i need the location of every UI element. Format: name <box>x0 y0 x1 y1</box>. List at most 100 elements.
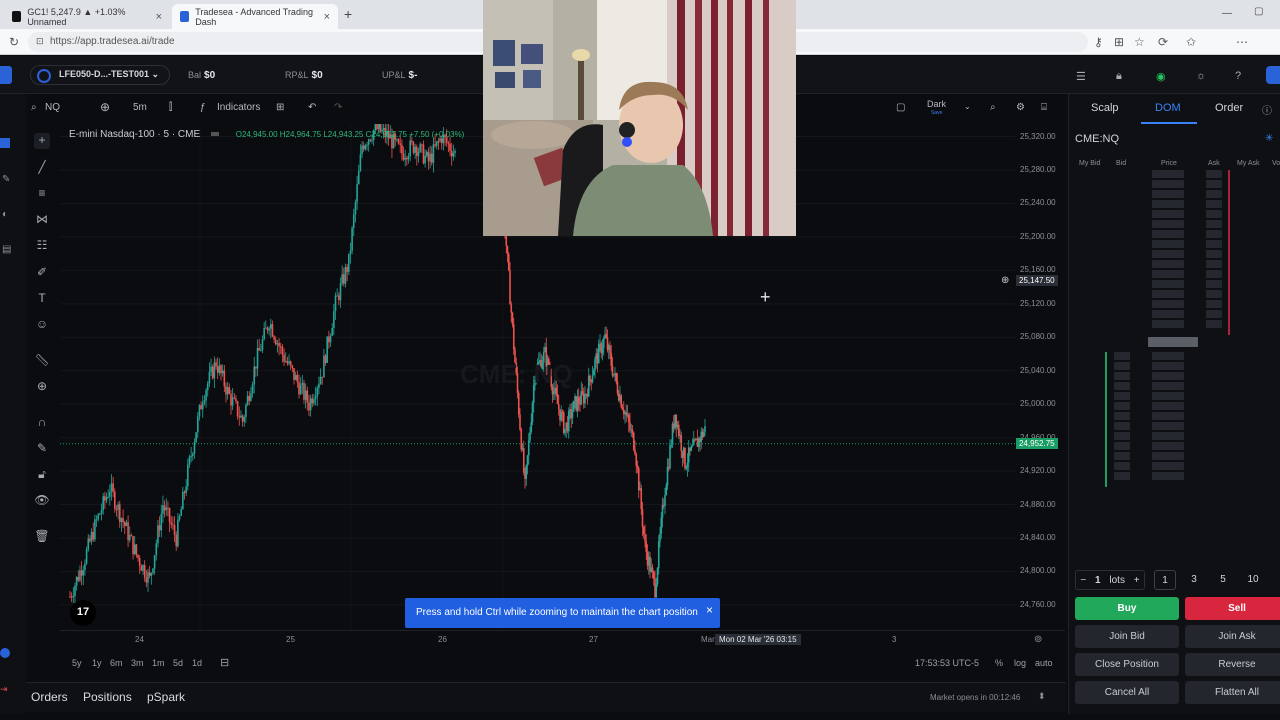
theme-selector[interactable]: Dark <box>927 99 946 109</box>
dom-bid-cell[interactable] <box>1114 352 1130 360</box>
dom-price-cell[interactable] <box>1152 190 1184 198</box>
browser-tab-tradingview[interactable]: GC1! 5,247.9 ▲ +1.03% Unnamed × <box>4 4 170 29</box>
trash-icon[interactable]: 🗑︎ <box>34 529 50 545</box>
dom-ask-cell[interactable] <box>1206 270 1222 278</box>
dom-ask-cell[interactable] <box>1206 170 1222 178</box>
redo-icon[interactable]: ↷ <box>334 102 342 113</box>
dom-ask-cell[interactable] <box>1206 180 1222 188</box>
decrement-icon[interactable]: − <box>1080 575 1086 586</box>
add-alert-icon[interactable]: ⊕ <box>1001 275 1013 287</box>
favorite-star-icon[interactable]: ☆ <box>1134 35 1145 49</box>
ruler-tool-icon[interactable]: 📏︎ <box>34 353 50 369</box>
favorites-icon[interactable]: ✩ <box>1186 35 1196 49</box>
dom-ask-cell[interactable] <box>1206 310 1222 318</box>
dom-ask-cell[interactable] <box>1206 210 1222 218</box>
dom-price-cell[interactable] <box>1152 180 1184 188</box>
increment-icon[interactable]: + <box>1134 575 1140 586</box>
dom-price-cell[interactable] <box>1152 220 1184 228</box>
dom-price-cell[interactable] <box>1152 392 1184 400</box>
dom-price-cell[interactable] <box>1152 270 1184 278</box>
period-5d[interactable]: 5d <box>173 658 183 668</box>
trendline-tool-icon[interactable]: ╱ <box>34 160 50 176</box>
candle-type-icon[interactable]: ⫿ <box>169 102 172 113</box>
dom-ask-cell[interactable] <box>1206 280 1222 288</box>
maximize-icon[interactable]: ▢ <box>1254 6 1263 17</box>
close-tab-icon[interactable]: × <box>324 11 330 23</box>
dom-ask-cell[interactable] <box>1206 230 1222 238</box>
close-tab-icon[interactable]: × <box>156 11 162 23</box>
interval-selector[interactable]: 5m <box>133 102 147 113</box>
notification-icon[interactable] <box>0 648 10 658</box>
buy-button[interactable]: Buy <box>1075 597 1179 620</box>
sell-button[interactable]: Sell <box>1185 597 1280 620</box>
dom-ask-cell[interactable] <box>1206 190 1222 198</box>
symbol-search-icon[interactable]: ⌕ <box>31 102 37 113</box>
add-symbol-icon[interactable]: ⊕ <box>100 100 110 114</box>
dom-ask-cell[interactable] <box>1206 200 1222 208</box>
axis-settings-icon[interactable]: ⊚ <box>1034 634 1042 645</box>
emoji-tool-icon[interactable]: ☺ <box>34 317 50 333</box>
horizontal-lines-tool-icon[interactable]: ≡ <box>34 186 50 202</box>
dom-price-cell[interactable] <box>1152 442 1184 450</box>
dom-last-price-cell[interactable] <box>1148 337 1198 347</box>
dom-price-cell[interactable] <box>1152 362 1184 370</box>
dom-price-cell[interactable] <box>1152 200 1184 208</box>
dom-price-cell[interactable] <box>1152 320 1184 328</box>
join-ask-button[interactable]: Join Ask <box>1185 625 1280 648</box>
theme-chevron-icon[interactable]: ⌄ <box>964 102 971 111</box>
dom-price-cell[interactable] <box>1152 300 1184 308</box>
fullscreen-frame-icon[interactable]: ▢ <box>896 102 905 113</box>
help-icon[interactable]: ? <box>1235 70 1241 82</box>
dom-price-cell[interactable] <box>1152 422 1184 430</box>
dom-bid-cell[interactable] <box>1114 432 1130 440</box>
brush-tool-icon[interactable]: ✐ <box>34 265 50 281</box>
dom-price-cell[interactable] <box>1152 432 1184 440</box>
draw-lock-tool-icon[interactable]: ✎ <box>34 441 50 457</box>
user-avatar[interactable] <box>1266 66 1280 84</box>
text-tool-icon[interactable]: T <box>34 291 50 307</box>
info-icon[interactable]: ⓘ <box>1262 102 1272 117</box>
layouts-icon[interactable]: ⊞ <box>276 102 284 113</box>
more-menu-icon[interactable]: ⋯ <box>1236 35 1248 49</box>
magnet-tool-icon[interactable]: ∩ <box>34 415 50 431</box>
account-selector[interactable]: LFE050-D...-TEST001 ⌄ <box>30 65 171 85</box>
dom-bid-cell[interactable] <box>1114 362 1130 370</box>
sliders-icon[interactable]: ☰ <box>1076 70 1086 83</box>
dom-price-cell[interactable] <box>1152 382 1184 390</box>
close-position-button[interactable]: Close Position <box>1075 653 1179 676</box>
grid-nav-icon[interactable] <box>0 138 10 148</box>
period-5y[interactable]: 5y <box>72 658 82 668</box>
reload-icon[interactable]: ↻ <box>9 35 19 49</box>
cancel-all-button[interactable]: Cancel All <box>1075 681 1179 704</box>
dom-bid-cell[interactable] <box>1114 402 1130 410</box>
camera-snapshot-icon[interactable]: ⌸ <box>1041 102 1047 113</box>
crosshair-tool-icon[interactable]: + <box>34 133 50 149</box>
reverse-button[interactable]: Reverse <box>1185 653 1280 676</box>
clock-time[interactable]: 17:53:53 UTC-5 <box>915 658 979 668</box>
browser-tab-tradesea[interactable]: Tradesea - Advanced Trading Dash × <box>172 4 338 29</box>
qty-preset-3[interactable]: 3 <box>1183 570 1205 590</box>
theme-save-label[interactable]: Save <box>931 110 942 116</box>
qty-preset-5[interactable]: 5 <box>1212 570 1234 590</box>
undo-icon[interactable]: ↶ <box>308 102 316 113</box>
indicators-button[interactable]: Indicators <box>217 102 260 113</box>
flatten-all-button[interactable]: Flatten All <box>1185 681 1280 704</box>
theme-sun-icon[interactable]: ☼ <box>1196 70 1206 82</box>
chart-search-icon[interactable]: ⌕ <box>990 102 996 113</box>
dom-price-cell[interactable] <box>1152 240 1184 248</box>
dom-bid-cell[interactable] <box>1114 382 1130 390</box>
gauge-nav-icon[interactable]: ◐ <box>2 209 8 220</box>
time-axis[interactable]: 3 Mar 27 26 25 24 Mon 02 Mar '26 03:15 ⊚ <box>60 630 1065 650</box>
auto-scale-toggle[interactable]: auto <box>1035 658 1053 668</box>
period-1d[interactable]: 1d <box>192 658 202 668</box>
dom-price-cell[interactable] <box>1152 170 1184 178</box>
logout-icon[interactable]: ⇥ <box>0 684 8 695</box>
period-3m[interactable]: 3m <box>131 658 144 668</box>
period-1m[interactable]: 1m <box>152 658 165 668</box>
dom-price-cell[interactable] <box>1152 290 1184 298</box>
tab-dom[interactable]: DOM <box>1155 102 1181 114</box>
collapse-toggle-icon[interactable]: ⬍ <box>1038 691 1046 702</box>
period-1y[interactable]: 1y <box>92 658 102 668</box>
key-icon[interactable]: ⚷ <box>1094 35 1103 49</box>
dom-price-cell[interactable] <box>1152 280 1184 288</box>
